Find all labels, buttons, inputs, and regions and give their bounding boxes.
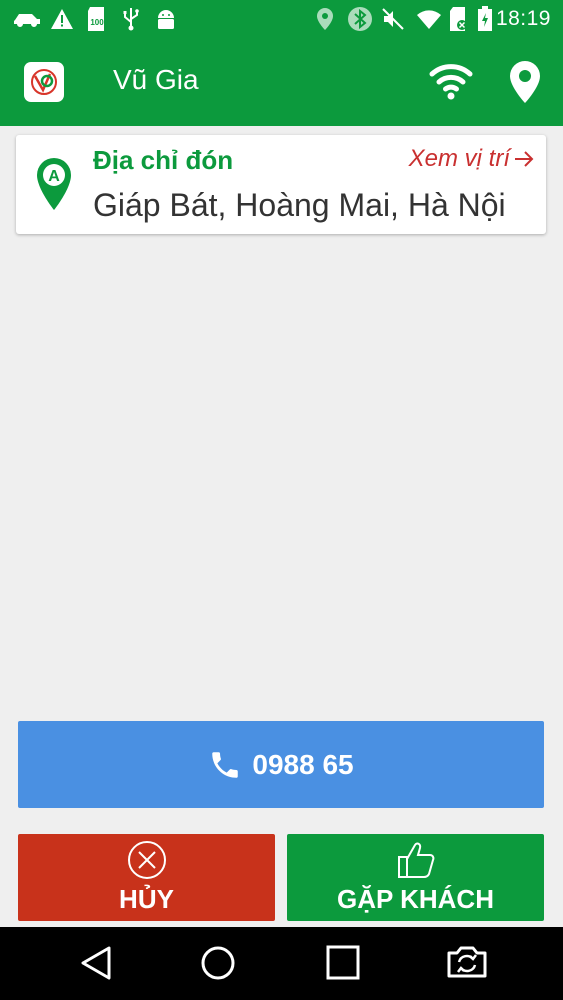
bluetooth-icon xyxy=(347,6,373,32)
system-nav-bar xyxy=(0,927,563,1000)
cancel-button[interactable]: HỦY xyxy=(18,834,275,921)
pickup-address-card: A Địa chỉ đón Xem vị trí Giáp Bát, Hoàng… xyxy=(16,135,546,234)
location-pin-icon[interactable] xyxy=(508,60,542,109)
location-icon xyxy=(316,6,334,32)
wifi-icon xyxy=(416,6,442,32)
app-title: Vũ Gia xyxy=(113,64,199,95)
wifi-icon[interactable] xyxy=(428,58,474,107)
pickup-pin-letter: A xyxy=(48,168,60,185)
arrow-right-icon xyxy=(515,151,534,167)
sd-card-badge: 100 xyxy=(90,18,104,27)
app-logo-icon xyxy=(31,69,57,95)
status-bar: 100 18:19 xyxy=(0,0,563,38)
thumbs-up-icon xyxy=(395,839,437,886)
view-location-link[interactable]: Xem vị trí xyxy=(409,145,534,173)
sd-card-icon: 100 xyxy=(86,6,108,32)
pickup-address-value: Giáp Bát, Hoàng Mai, Hà Nội xyxy=(93,187,506,223)
no-sim-icon xyxy=(449,6,469,32)
status-time: 18:19 xyxy=(495,7,551,30)
pickup-pin-icon: A xyxy=(35,157,73,216)
switch-camera-icon[interactable] xyxy=(445,945,489,984)
phone-icon xyxy=(212,751,239,778)
battery-charging-icon xyxy=(477,6,493,32)
cancel-label: HỦY xyxy=(119,884,174,914)
car-icon xyxy=(12,6,42,32)
phone-number: 0988 65 xyxy=(252,748,354,780)
meet-customer-button[interactable]: GẶP KHÁCH xyxy=(287,834,544,921)
mute-icon xyxy=(381,6,405,32)
view-location-label: Xem vị trí xyxy=(408,145,510,172)
map-area xyxy=(0,240,563,710)
back-icon[interactable] xyxy=(80,945,112,986)
close-circle-icon xyxy=(126,839,168,886)
warning-icon xyxy=(50,6,74,32)
meet-customer-label: GẶP KHÁCH xyxy=(337,884,494,914)
usb-icon xyxy=(122,6,140,32)
call-customer-button[interactable]: 0988 65 xyxy=(18,721,544,808)
home-icon[interactable] xyxy=(200,945,236,986)
android-icon xyxy=(155,6,177,32)
pickup-address-label: Địa chỉ đón xyxy=(93,145,234,175)
recents-icon[interactable] xyxy=(326,945,360,986)
app-logo[interactable] xyxy=(24,62,64,102)
